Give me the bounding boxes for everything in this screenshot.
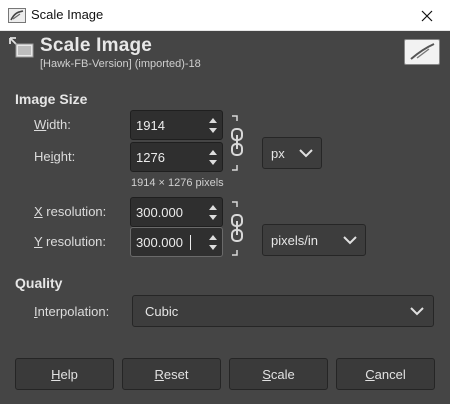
scale-image-dialog: Scale Image [Hawk-FB-Version] (imported)… (0, 31, 450, 404)
interpolation-label: Interpolation: (34, 304, 110, 319)
width-label: Width: (34, 117, 71, 132)
height-value: 1276 (136, 150, 165, 165)
cancel-button[interactable]: Cancel (336, 358, 435, 390)
image-size-heading: Image Size (15, 91, 88, 107)
size-chain-link-icon[interactable] (230, 115, 244, 171)
width-value: 1914 (136, 118, 165, 133)
y-resolution-spinbutton[interactable]: 300.000 (130, 227, 223, 257)
height-label: Height: (34, 149, 76, 164)
size-unit-select[interactable]: px (262, 137, 322, 169)
hawk-thumbnail-icon (410, 43, 435, 60)
x-resolution-spinbutton[interactable]: 300.000 (130, 197, 223, 227)
x-resolution-stepper[interactable] (204, 198, 222, 226)
resolution-chain-link-icon[interactable] (230, 201, 244, 256)
interpolation-value: Cubic (145, 304, 179, 319)
width-spinbutton[interactable]: 1914 (130, 110, 223, 140)
dialog-header: Scale Image [Hawk-FB-Version] (imported)… (0, 31, 450, 75)
size-unit-value: px (271, 146, 285, 161)
chevron-down-icon (410, 307, 424, 316)
window-title: Scale Image (31, 7, 104, 22)
chevron-down-icon (343, 236, 357, 245)
x-resolution-label: X resolution: (34, 204, 107, 219)
y-resolution-label: Y resolution: (34, 234, 107, 249)
image-name: [Hawk-FB-Version] (imported)-18 (40, 58, 201, 70)
resolution-unit-value: pixels/in (271, 233, 318, 248)
text-caret (190, 235, 191, 250)
window-close-button[interactable] (404, 0, 450, 31)
height-spinbutton[interactable]: 1276 (130, 142, 223, 172)
y-resolution-stepper[interactable] (204, 228, 222, 256)
scale-image-icon (9, 37, 34, 58)
chevron-down-icon (299, 149, 313, 158)
x-resolution-value: 300.000 (136, 205, 183, 220)
gimp-wilber-icon (8, 8, 26, 23)
interpolation-select[interactable]: Cubic (132, 295, 434, 327)
help-button[interactable]: Help (15, 358, 114, 390)
height-stepper[interactable] (204, 143, 222, 171)
y-resolution-value: 300.000 (136, 235, 183, 250)
scale-button[interactable]: Scale (229, 358, 328, 390)
image-thumbnail (404, 39, 440, 65)
dialog-title: Scale Image (40, 35, 153, 56)
resolution-unit-select[interactable]: pixels/in (262, 224, 366, 256)
window-titlebar: Scale Image (0, 0, 450, 31)
close-icon (421, 10, 433, 21)
quality-heading: Quality (15, 275, 63, 291)
reset-button[interactable]: Reset (122, 358, 221, 390)
width-stepper[interactable] (204, 111, 222, 139)
pixel-dimensions: 1914 × 1276 pixels (131, 177, 224, 189)
